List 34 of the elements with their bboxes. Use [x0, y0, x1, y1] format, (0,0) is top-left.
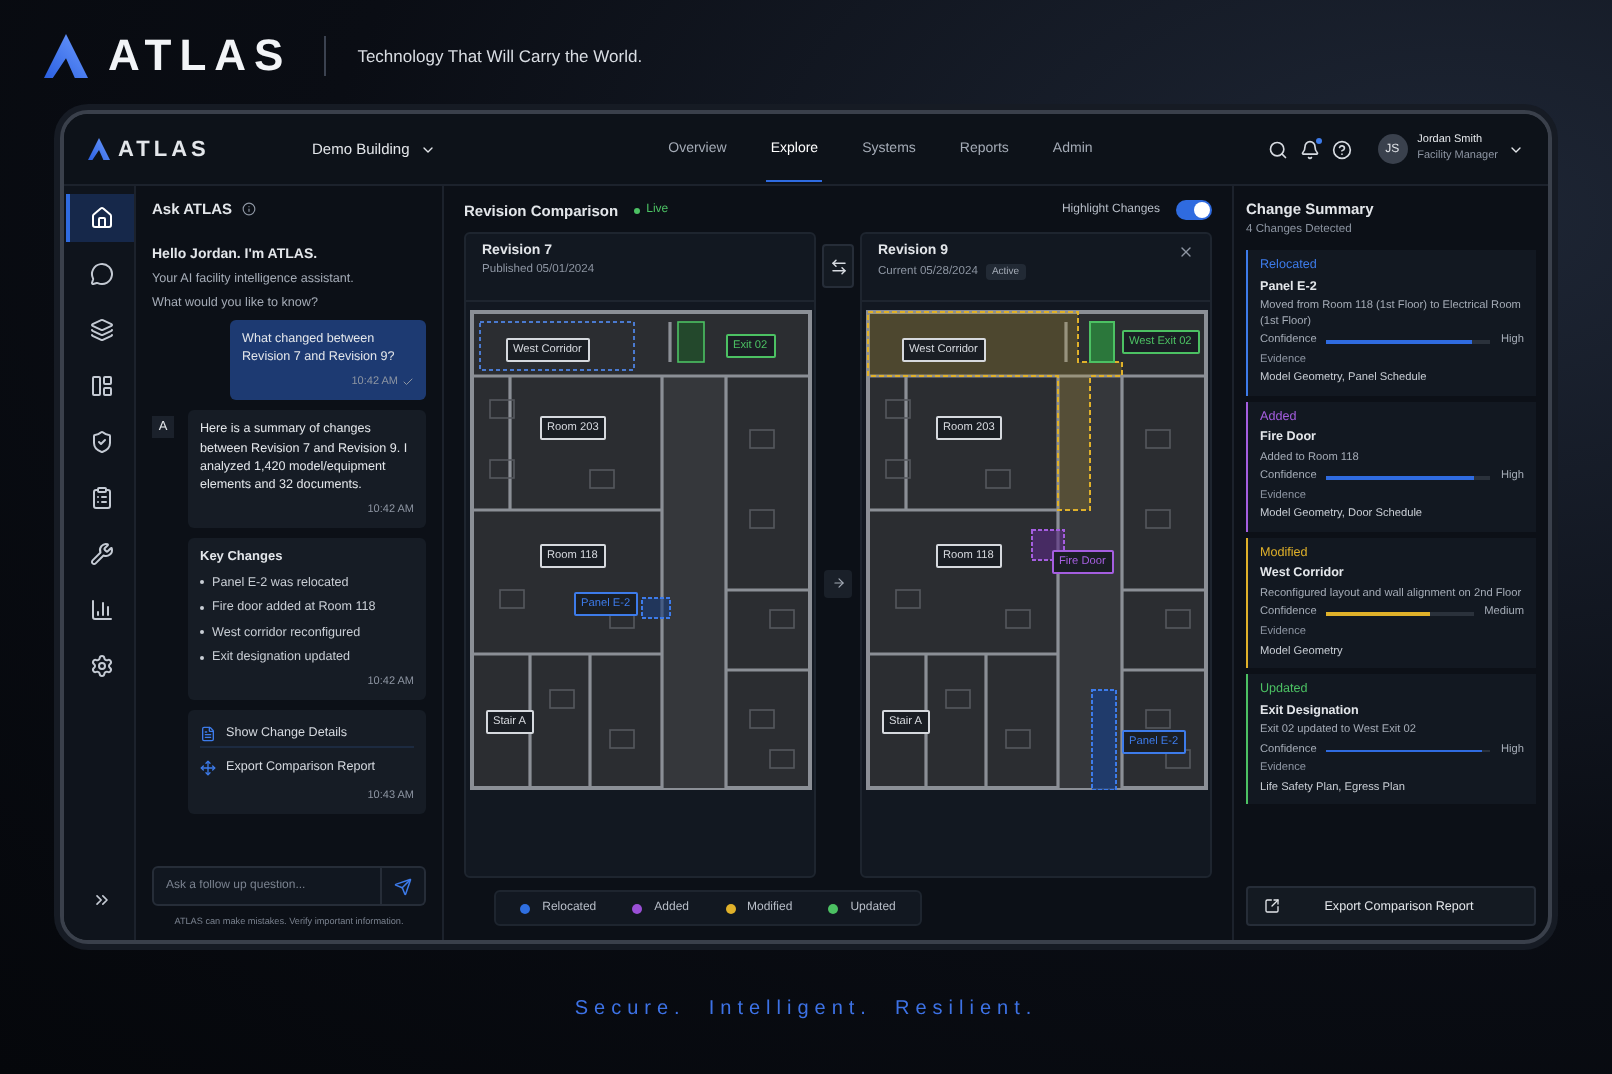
move-arrows-icon: [200, 760, 216, 777]
clipboard-icon: [89, 486, 113, 510]
info-icon: [242, 202, 257, 216]
chat-icon: [89, 262, 113, 286]
app-logo-text: ATLAS: [118, 137, 210, 161]
settings-icon: [89, 654, 113, 678]
home-button[interactable]: [65, 194, 133, 242]
close-button[interactable]: [1178, 244, 1194, 260]
send-icon: [394, 877, 412, 895]
help-icon: [1331, 139, 1352, 159]
wrench-icon: [89, 542, 113, 566]
swap-arrows-icon: [829, 257, 847, 275]
check-icon: [402, 376, 414, 388]
document-icon: [200, 725, 216, 742]
bar-chart-icon: [89, 598, 113, 622]
floor-plan-icon: [89, 374, 113, 398]
shield-icon: [89, 430, 113, 454]
logo-icon: [44, 33, 88, 77]
arrow-right-icon: [824, 569, 852, 597]
swap-button[interactable]: [822, 244, 854, 288]
bell-icon: [1299, 139, 1320, 159]
layers-icon: [89, 318, 113, 342]
brand-tagline: Technology That Will Carry the World.: [357, 45, 643, 65]
export-icon: [1264, 898, 1280, 914]
notification-dot: [1315, 137, 1322, 143]
send-button[interactable]: [382, 866, 426, 906]
logo-icon: [88, 138, 110, 160]
footer-tagline: Secure. Intelligent. Resilient.: [574, 998, 1038, 1020]
brand-logo-text: ATLAS: [108, 29, 292, 81]
close-icon: [1178, 244, 1194, 260]
search-icon: [1267, 139, 1288, 159]
home-icon: [89, 206, 113, 230]
highlight-toggle[interactable]: [1176, 200, 1212, 220]
double-chevron-icon: [91, 890, 111, 910]
